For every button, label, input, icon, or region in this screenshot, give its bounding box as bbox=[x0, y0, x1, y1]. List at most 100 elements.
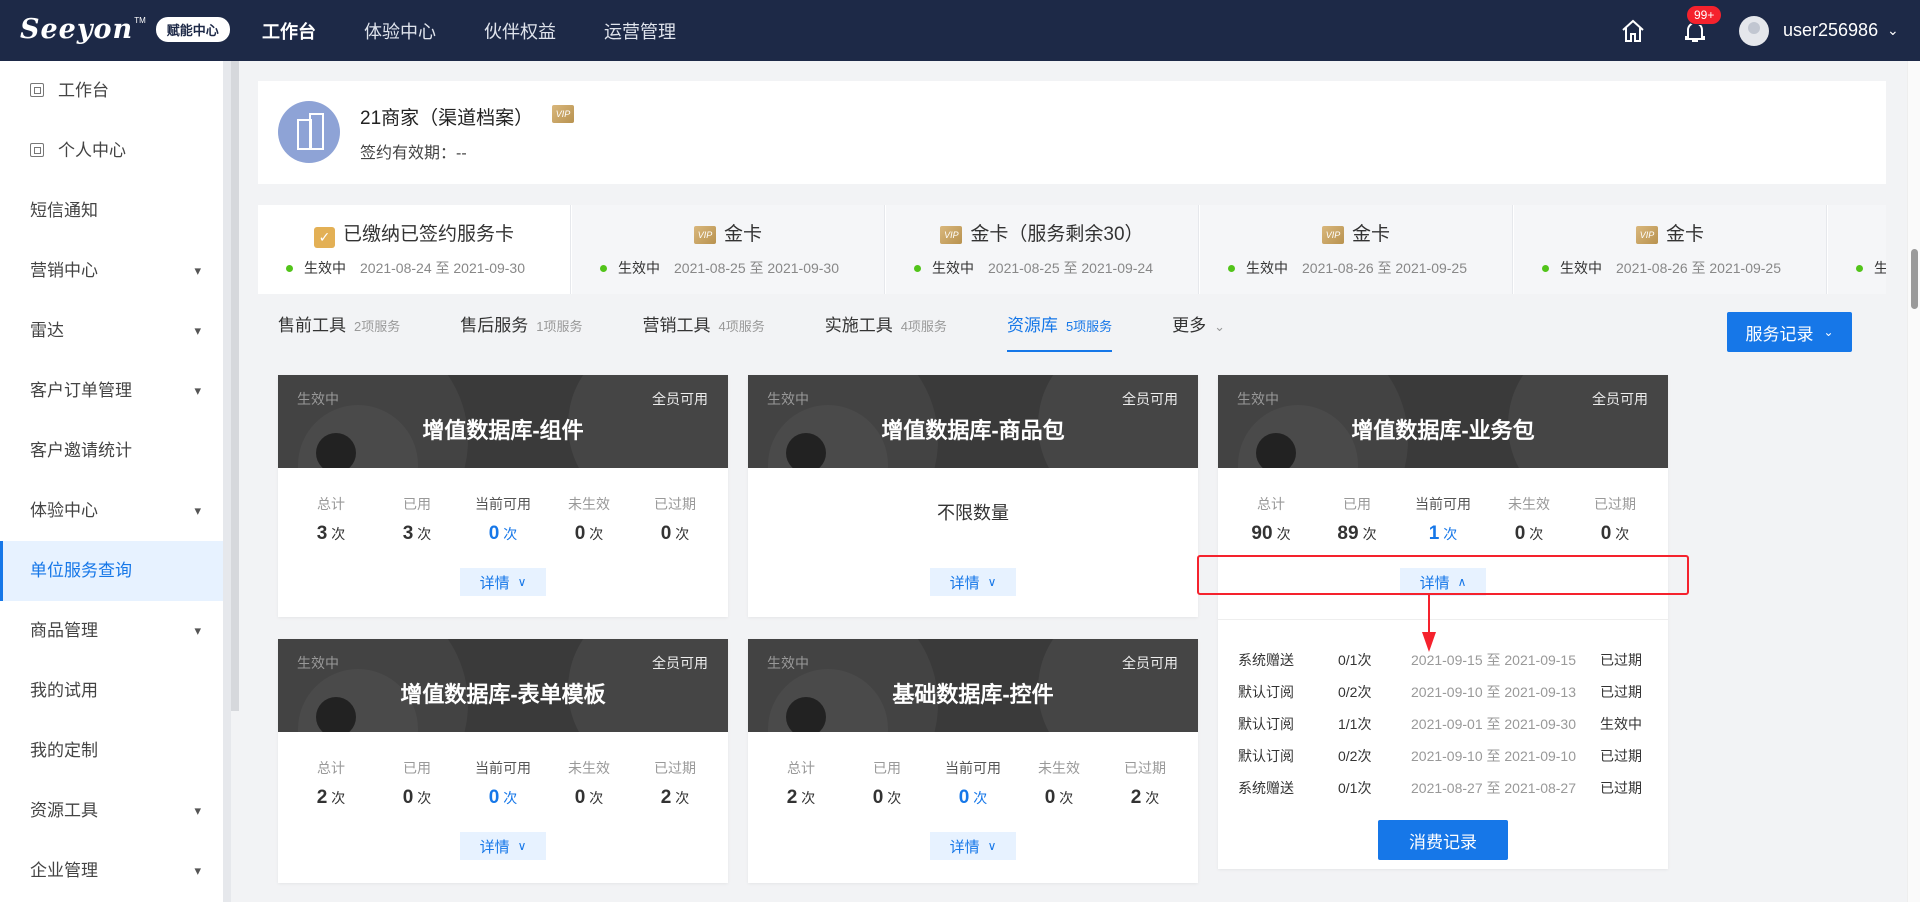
resource-status: 生效中 bbox=[297, 655, 339, 671]
service-card[interactable]: 生效 bbox=[1828, 205, 1886, 294]
resource-card: 生效中 全员可用 增值数据库-商品包 不限数量 详情 ∨ bbox=[748, 375, 1198, 617]
service-card[interactable]: VIP 金卡（服务剩余30） 生效中 2021-08-25 至 2021-09-24 bbox=[886, 205, 1199, 294]
sidebar-item-sms[interactable]: 短信通知 bbox=[0, 181, 223, 241]
sidebar-item-experience[interactable]: 体验中心 ▾ bbox=[0, 481, 223, 541]
top-nav-bar: Seeyon TM 赋能中心 工作台 体验中心 伙伴权益 运营管理 99+ us… bbox=[0, 0, 1920, 61]
sidebar-item-customization[interactable]: 我的定制 bbox=[0, 721, 223, 781]
resource-card-header: 生效中 全员可用 增值数据库-组件 bbox=[278, 375, 728, 468]
building-icon bbox=[278, 101, 340, 163]
service-card[interactable]: VIP 金卡 生效中 2021-08-26 至 2021-09-25 bbox=[1514, 205, 1827, 294]
stat-unit: 次 bbox=[1443, 526, 1458, 542]
detail-count: 0/2次 bbox=[1338, 684, 1372, 700]
resource-card: 生效中 全员可用 增值数据库-业务包 总计 90 次 已用 89 次 当前可用 1 次 未生… bbox=[1218, 375, 1668, 869]
detail-count: 0/1次 bbox=[1338, 780, 1372, 796]
stat-value: 2 bbox=[316, 787, 328, 808]
stat-value: 0 bbox=[574, 523, 586, 544]
resource-stats: 总计 90 次 已用 89 次 当前可用 1 次 未生效 0 次 已过期 0 次 bbox=[1218, 468, 1668, 568]
button-label: 详情 bbox=[949, 838, 980, 856]
sidebar-item-label: 客户邀请统计 bbox=[30, 441, 132, 460]
nav-operations[interactable]: 运营管理 bbox=[604, 18, 676, 44]
chevron-down-icon: ∨ bbox=[517, 839, 527, 853]
sidebar-item-label: 工作台 bbox=[58, 81, 109, 100]
detail-button[interactable]: 详情 ∨ bbox=[930, 568, 1016, 596]
detail-button[interactable]: 详情 ∨ bbox=[460, 832, 546, 860]
service-card-date: 2021-08-25 至 2021-09-30 bbox=[674, 260, 840, 276]
tab-count: 2项服务 bbox=[354, 319, 401, 334]
sidebar-item-resources[interactable]: 资源工具 ▾ bbox=[0, 781, 223, 841]
tab-label: 更多 bbox=[1172, 316, 1207, 335]
chevron-down-icon: ▾ bbox=[194, 263, 201, 278]
service-card[interactable]: VIP 金卡 生效中 2021-08-26 至 2021-09-25 bbox=[1200, 205, 1513, 294]
tab-implementation[interactable]: 实施工具 4项服务 bbox=[825, 306, 947, 352]
consume-record-button[interactable]: 消费记录 bbox=[1378, 820, 1508, 860]
detail-status: 已过期 bbox=[1600, 652, 1642, 668]
profile-valid: 签约有效期：-- bbox=[360, 139, 467, 163]
service-card-date: 2021-08-26 至 2021-09-25 bbox=[1302, 260, 1468, 276]
tab-resources[interactable]: 资源库 5项服务 bbox=[1006, 306, 1113, 352]
sidebar-item-unit-service[interactable]: 单位服务查询 bbox=[0, 541, 223, 601]
service-cards: ✓ 已缴纳已签约服务卡 生效中 2021-08-24 至 2021-09-30 VI… bbox=[258, 205, 1886, 294]
avatar[interactable] bbox=[1739, 16, 1769, 46]
scrollbar-thumb[interactable] bbox=[1911, 249, 1918, 309]
status-dot bbox=[914, 265, 921, 272]
service-record-button[interactable]: 服务记录 ⌄ bbox=[1727, 312, 1852, 352]
sidebar-item-label: 资源工具 bbox=[30, 801, 98, 820]
resource-card-header: 生效中 全员可用 增值数据库-表单模板 bbox=[278, 639, 728, 732]
sidebar-item-personal-center[interactable]: 个人中心 bbox=[0, 121, 223, 181]
detail-button[interactable]: 详情 ∨ bbox=[460, 568, 546, 596]
chevron-down-icon: ∨ bbox=[987, 839, 997, 853]
resource-scope: 全员可用 bbox=[1122, 391, 1178, 407]
tab-marketing[interactable]: 营销工具 4项服务 bbox=[642, 306, 764, 352]
sidebar-item-workbench[interactable]: 工作台 bbox=[0, 61, 223, 121]
chevron-down-icon: ▾ bbox=[194, 323, 201, 338]
status-dot bbox=[600, 265, 607, 272]
sidebar-item-marketing[interactable]: 营销中心 ▾ bbox=[0, 241, 223, 301]
page-scrollbar[interactable] bbox=[1907, 61, 1920, 902]
sidebar-item-products[interactable]: 商品管理 ▾ bbox=[0, 601, 223, 661]
sidebar-item-trials[interactable]: 我的试用 bbox=[0, 661, 223, 721]
chevron-down-icon: ∨ bbox=[987, 575, 997, 589]
sidebar-scrollbar[interactable] bbox=[231, 61, 239, 711]
button-label: 消费记录 bbox=[1409, 832, 1477, 852]
tab-label: 资源库 bbox=[1006, 316, 1058, 335]
username[interactable]: user256986 bbox=[1783, 20, 1878, 41]
sidebar-item-enterprise[interactable]: 企业管理 ▾ bbox=[0, 841, 223, 901]
service-card[interactable]: ✓ 已缴纳已签约服务卡 生效中 2021-08-24 至 2021-09-30 bbox=[258, 205, 571, 294]
stat-value: 0 bbox=[1514, 523, 1526, 544]
stat-label: 总计 bbox=[317, 496, 345, 512]
nav-experience[interactable]: 体验中心 bbox=[364, 18, 436, 44]
detail-button[interactable]: 详情 ∨ bbox=[930, 832, 1016, 860]
resource-stats: 总计 3 次 已用 3 次 当前可用 0 次 未生效 0 次 已过期 0 次 bbox=[278, 468, 728, 568]
tab-count: 1项服务 bbox=[536, 319, 583, 334]
sidebar-item-radar[interactable]: 雷达 ▾ bbox=[0, 301, 223, 361]
nav-workbench[interactable]: 工作台 bbox=[262, 18, 316, 44]
chevron-down-icon[interactable]: ⌄ bbox=[1887, 22, 1899, 39]
resource-status: 生效中 bbox=[767, 655, 809, 671]
chevron-down-icon: ▾ bbox=[194, 383, 201, 398]
stat-unit: 次 bbox=[417, 526, 432, 542]
detail-date: 2021-09-10 至 2021-09-13 bbox=[1411, 684, 1577, 700]
stat-unit: 次 bbox=[589, 790, 604, 806]
tab-presales[interactable]: 售前工具 2项服务 bbox=[278, 306, 400, 352]
tab-aftersales[interactable]: 售后服务 1项服务 bbox=[460, 306, 582, 352]
stat-label: 总计 bbox=[787, 760, 815, 776]
resource-card: 生效中 全员可用 基础数据库-控件 总计 2 次 已用 0 次 当前可用 0 次 未生效 0 次… bbox=[748, 639, 1198, 883]
home-icon[interactable] bbox=[1620, 18, 1646, 44]
nav-partner-rights[interactable]: 伙伴权益 bbox=[484, 18, 556, 44]
sidebar: 工作台 个人中心 短信通知 营销中心 ▾ 雷达 ▾ 客户订单管理 ▾ 客户邀请统计 体… bbox=[0, 61, 231, 902]
resource-card-header: 生效中 全员可用 基础数据库-控件 bbox=[748, 639, 1198, 732]
service-card-date: 2021-08-24 至 2021-09-30 bbox=[360, 260, 526, 276]
sidebar-item-orders[interactable]: 客户订单管理 ▾ bbox=[0, 361, 223, 421]
service-card-title: 金卡 bbox=[1351, 224, 1390, 245]
stat-unit: 次 bbox=[1276, 526, 1291, 542]
tab-more[interactable]: 更多 ⌄ bbox=[1172, 306, 1225, 352]
sidebar-item-invite-stats[interactable]: 客户邀请统计 bbox=[0, 421, 223, 481]
detail-date: 2021-09-10 至 2021-09-10 bbox=[1411, 748, 1577, 764]
service-card[interactable]: VIP 金卡 生效中 2021-08-25 至 2021-09-30 bbox=[572, 205, 885, 294]
button-label: 服务记录 bbox=[1745, 324, 1814, 344]
logo[interactable]: Seeyon TM 赋能中心 bbox=[20, 14, 230, 45]
vip-icon: VIP bbox=[552, 105, 574, 123]
check-icon: ✓ bbox=[313, 227, 335, 248]
resource-status: 生效中 bbox=[297, 391, 339, 407]
chevron-down-icon: ▾ bbox=[194, 623, 201, 638]
